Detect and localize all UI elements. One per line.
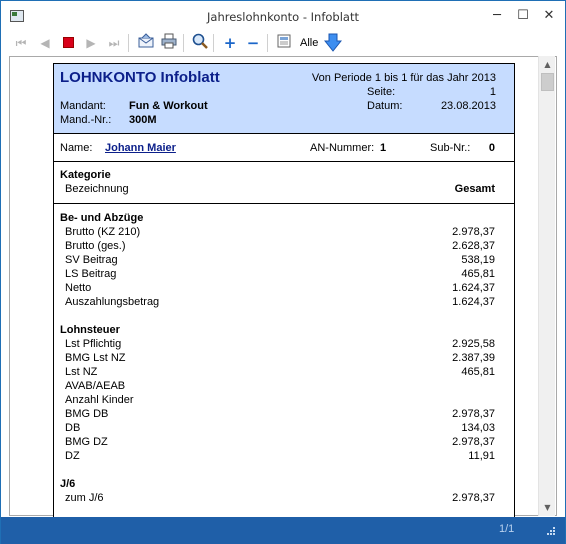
table-row: BMG Lst NZ 2.387,39 (65, 352, 495, 364)
toolbar: ⏮ ◀ ▶ ⏭ + − (1, 31, 565, 55)
total-heading: Gesamt (454, 183, 495, 195)
toolbar-separator (128, 34, 129, 52)
category-heading: Kategorie (60, 169, 111, 181)
date-value: 23.08.2013 (440, 100, 496, 112)
close-button[interactable]: ✕ (537, 5, 561, 27)
zoom-in-icon[interactable]: + (220, 33, 240, 53)
page-view-icon[interactable] (274, 33, 294, 53)
scroll-thumb[interactable] (541, 73, 554, 91)
toolbar-separator (267, 34, 268, 52)
an-number-label: AN-Nummer: (310, 142, 375, 154)
table-row: Lst NZ 465,81 (65, 366, 495, 378)
toolbar-separator (213, 34, 214, 52)
last-page-icon[interactable]: ⏭ (104, 33, 124, 53)
date-label: Datum: (367, 100, 403, 112)
report-title: LOHNKONTO Infoblatt (60, 69, 220, 86)
column-header: Kategorie Bezeichnung Gesamt (54, 162, 514, 204)
envelope-icon[interactable] (136, 33, 156, 53)
table-row: BMG DB 2.978,37 (65, 408, 495, 420)
minimize-button[interactable]: ─ (485, 5, 509, 27)
table-row: LS Beitrag 465,81 (65, 268, 495, 280)
maximize-button[interactable]: ☐ (511, 5, 535, 27)
report-page: LOHNKONTO Infoblatt Von Periode 1 bis 1 … (53, 63, 515, 523)
table-row: DZ 11,91 (65, 450, 495, 462)
mandnr-label: Mand.-Nr.: (60, 114, 112, 126)
printer-icon[interactable] (159, 33, 179, 53)
mandant-value: Fun & Workout (129, 100, 208, 112)
alle-label[interactable]: Alle (300, 37, 318, 49)
scroll-up-icon[interactable]: ▲ (539, 56, 556, 73)
next-page-icon[interactable]: ▶ (81, 33, 101, 53)
page-label: Seite: (367, 86, 396, 98)
status-bar (1, 517, 565, 544)
table-row: AVAB/AEAB (65, 380, 126, 392)
title-bar: Jahreslohnkonto - Infoblatt ─ ☐ ✕ (1, 1, 565, 31)
table-row: Brutto (ges.) 2.628,37 (65, 240, 495, 252)
zoom-icon[interactable] (190, 33, 210, 53)
an-number-value: 1 (380, 142, 387, 154)
report-window: Jahreslohnkonto - Infoblatt ─ ☐ ✕ ⏮ ◀ ▶ … (0, 0, 566, 544)
previous-page-icon[interactable]: ◀ (35, 33, 55, 53)
mandant-label: Mandant: (60, 100, 106, 112)
mandnr-value: 300M (129, 114, 157, 126)
table-row: Lst Pflichtig 2.925,58 (65, 338, 495, 350)
resize-grip-icon[interactable] (546, 526, 556, 536)
table-row: Anzahl Kinder (65, 394, 134, 406)
table-row: Netto 1.624,37 (65, 282, 495, 294)
section-title: Be- und Abzüge (60, 212, 144, 224)
section-title: J/6 (60, 478, 76, 490)
sub-number-value: 0 (488, 142, 495, 154)
report-period: Von Periode 1 bis 1 für das Jahr 2013 (311, 72, 496, 84)
table-row: Brutto (KZ 210) 2.978,37 (65, 226, 495, 238)
scroll-down-icon[interactable]: ▼ (539, 499, 556, 516)
employee-name-link[interactable]: Johann Maier (105, 142, 176, 154)
employee-row: Name: Johann Maier AN-Nummer: 1 Sub-Nr.:… (54, 134, 514, 162)
vertical-scrollbar[interactable]: ▲ ▼ (538, 56, 555, 516)
window-title: Jahreslohnkonto - Infoblatt (207, 10, 359, 24)
sub-number-label: Sub-Nr.: (430, 142, 471, 154)
table-row: zum J/6 2.978,37 (65, 492, 495, 504)
table-row: BMG DZ 2.978,37 (65, 436, 495, 448)
stop-icon[interactable] (58, 33, 78, 53)
first-page-icon[interactable]: ⏮ (11, 33, 31, 53)
section-title: Lohnsteuer (60, 324, 120, 336)
description-heading: Bezeichnung (65, 183, 129, 195)
name-label: Name: (60, 142, 93, 154)
table-row: SV Beitrag 538,19 (65, 254, 495, 266)
table-row: DB 134,03 (65, 422, 495, 434)
toolbar-separator (183, 34, 184, 52)
download-arrow-icon[interactable] (323, 33, 343, 52)
page-value: 1 (489, 86, 496, 98)
page-indicator: 1/1 (499, 523, 515, 535)
zoom-out-icon[interactable]: − (243, 33, 263, 53)
report-header: LOHNKONTO Infoblatt Von Periode 1 bis 1 … (54, 64, 514, 134)
table-row: Auszahlungsbetrag 1.624,37 (65, 296, 495, 308)
